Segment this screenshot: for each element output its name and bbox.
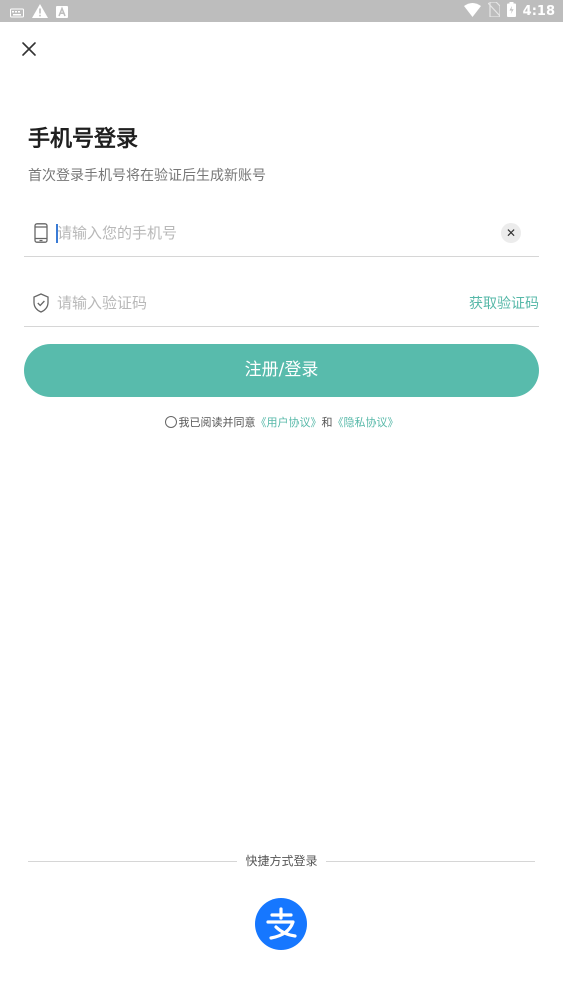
alipay-login-button[interactable] [255,898,307,950]
close-button[interactable] [18,38,40,60]
phone-field: ✕ [24,208,539,257]
login-screen: 4:18 手机号登录 首次登录手机号将在验证后生成新账号 ✕ [0,0,563,1002]
status-bar: 4:18 [0,0,563,22]
battery-icon [506,2,516,21]
status-time: 4:18 [522,3,555,19]
get-code-button[interactable]: 获取验证码 [469,294,539,314]
agreement-checkbox[interactable] [164,416,177,428]
agreement-prefix: 我已阅读并同意 [178,416,256,429]
warning-icon [32,3,48,22]
user-agreement-link[interactable]: 《用户协议》 [256,416,322,429]
alipay-icon [255,907,307,950]
register-login-button[interactable]: 注册/登录 [24,344,539,397]
clear-phone-button[interactable]: ✕ [501,223,521,243]
status-bar-left [10,3,68,22]
agreement-row: 我已阅读并同意《用户协议》和《隐私协议》 [0,414,563,432]
agreement-and: 和 [321,416,333,429]
font-icon [56,3,68,22]
phone-icon [32,223,50,243]
page-title: 手机号登录 [28,127,139,152]
divider-right [326,861,535,862]
quick-login-label: 快捷方式登录 [245,854,318,868]
verification-code-field: 获取验证码 [24,278,539,327]
phone-input[interactable] [57,220,457,246]
page-subtitle: 首次登录手机号将在验证后生成新账号 [28,168,266,184]
privacy-policy-link[interactable]: 《隐私协议》 [333,416,399,429]
close-icon [18,42,40,64]
no-sim-icon [487,1,501,21]
wifi-icon [463,2,481,21]
keyboard-icon [10,3,24,22]
status-bar-right: 4:18 [463,1,555,21]
text-caret [56,224,58,243]
verification-code-input[interactable] [57,290,457,316]
shield-icon [32,293,50,313]
divider-left [28,861,237,862]
